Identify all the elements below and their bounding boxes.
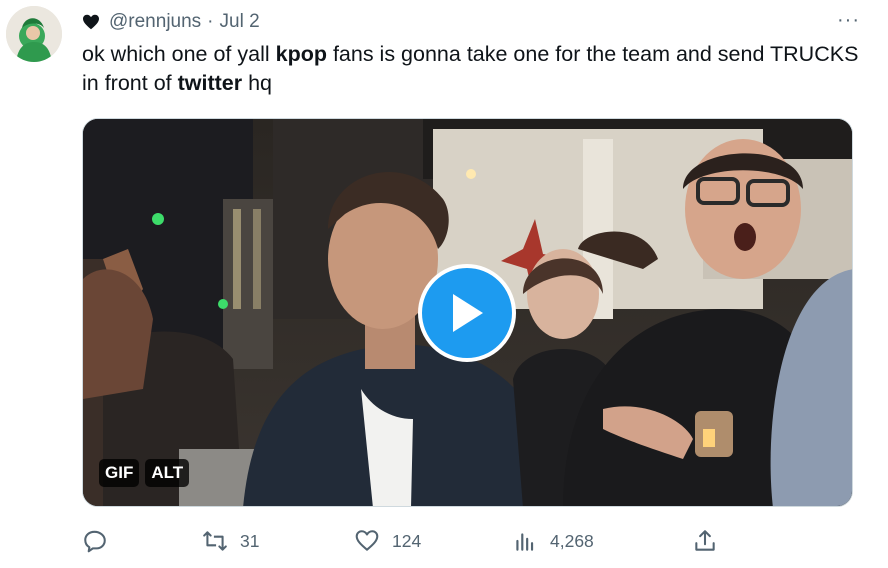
- reply-icon: [84, 530, 106, 553]
- timestamp[interactable]: Jul 2: [220, 11, 260, 33]
- media-badges: GIF ALT: [99, 459, 190, 487]
- handle[interactable]: @rennjuns: [109, 11, 201, 33]
- more-options-button[interactable]: ···: [837, 10, 860, 30]
- reply-button[interactable]: [82, 528, 120, 554]
- tweet-text-part: ok which one of yall: [82, 42, 276, 66]
- retweet-count: 31: [240, 530, 260, 551]
- tweet-text-bold: kpop: [275, 42, 327, 66]
- like-count: 124: [392, 530, 422, 551]
- views-button[interactable]: 4,268: [512, 528, 594, 554]
- avatar-image: [6, 6, 62, 62]
- avatar[interactable]: [6, 6, 62, 62]
- tweet-text-bold: twitter: [177, 71, 243, 95]
- views-count: 4,268: [550, 530, 594, 551]
- tweet-text-part: hq: [242, 71, 272, 95]
- like-heart-icon: [355, 530, 379, 551]
- play-icon: [453, 294, 483, 332]
- gif-media[interactable]: GIF ALT: [82, 118, 853, 507]
- retweet-button[interactable]: 31: [202, 528, 259, 554]
- retweet-icon: [203, 531, 227, 551]
- gif-badge: GIF: [99, 459, 140, 487]
- play-button[interactable]: [418, 264, 516, 362]
- separator-dot: ·: [207, 11, 214, 32]
- heart-icon: [83, 14, 99, 30]
- share-icon: [695, 530, 715, 551]
- alt-text-badge[interactable]: ALT: [145, 459, 190, 487]
- tweet-header: @rennjuns · Jul 2: [82, 10, 260, 34]
- tweet-actions: 31 124 4,268: [82, 528, 722, 558]
- views-chart-icon: [516, 533, 534, 551]
- share-button[interactable]: [692, 528, 718, 554]
- tweet-text: ok which one of yall kpop fans is gonna …: [82, 40, 872, 98]
- like-button[interactable]: 124: [354, 528, 421, 554]
